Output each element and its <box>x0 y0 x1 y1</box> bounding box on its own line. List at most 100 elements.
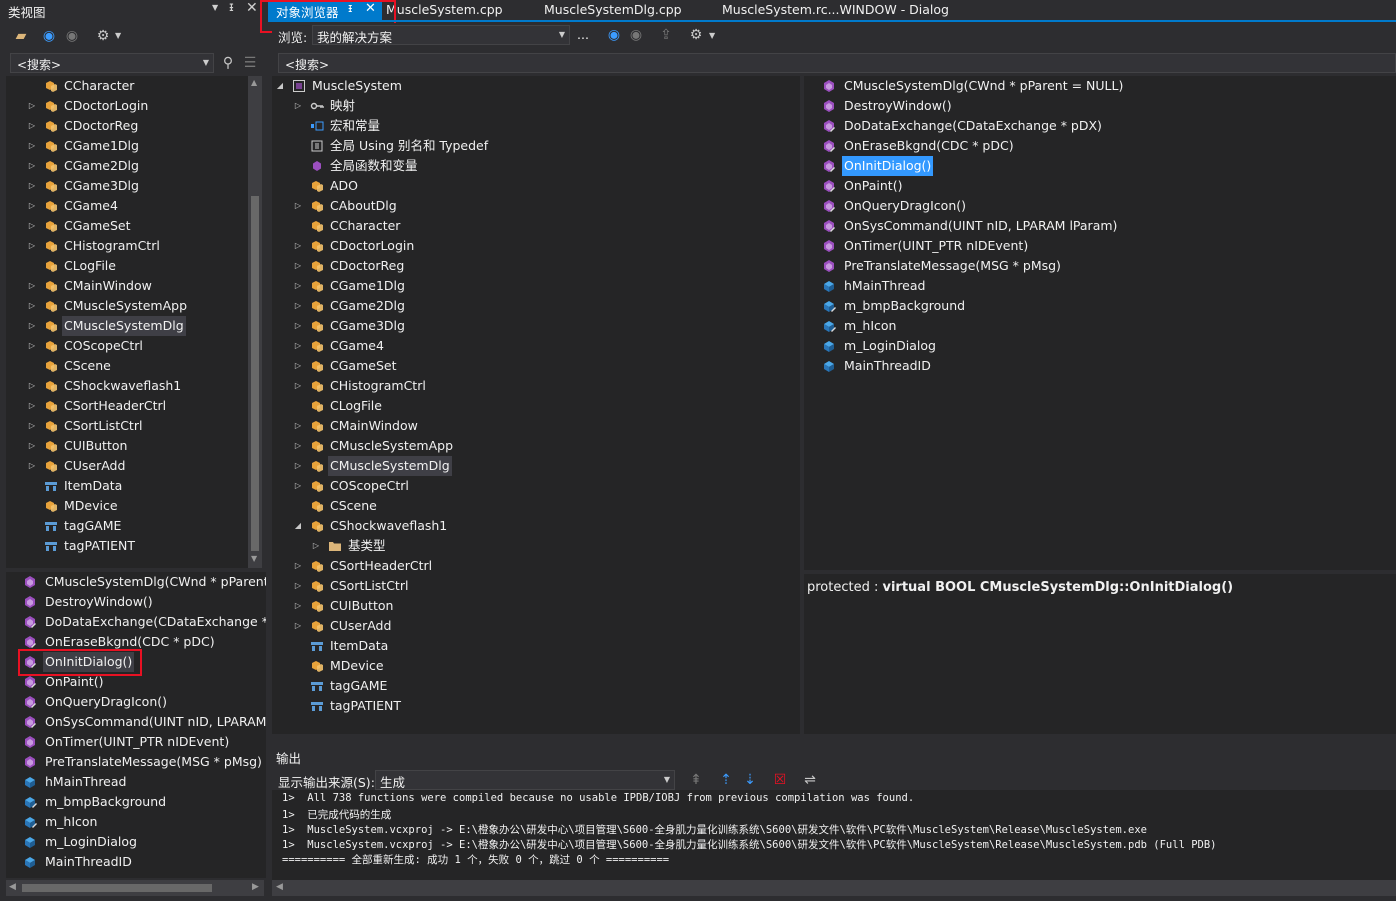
class-list-item[interactable]: ▷ CSortHeaderCtrl <box>6 396 248 416</box>
object-tree-item[interactable]: 全局函数和变量 <box>272 156 800 176</box>
object-tree-item[interactable]: ▷ CDoctorReg <box>272 256 800 276</box>
member-list-item[interactable]: CMuscleSystemDlg(CWnd * pParent = NULL) <box>6 572 266 592</box>
expand-arrow-icon[interactable]: ▷ <box>293 276 303 296</box>
member-list-item[interactable]: OnQueryDragIcon() <box>6 692 266 712</box>
object-member-item[interactable]: CMuscleSystemDlg(CWnd * pParent = NULL) <box>804 76 1396 96</box>
object-tree-item[interactable]: ▷ CUserAdd <box>272 616 800 636</box>
output-scroll-left-icon[interactable]: ◀ <box>276 882 283 892</box>
class-list-item[interactable]: CCharacter <box>6 76 248 96</box>
member-list-item[interactable]: m_hIcon <box>6 812 266 832</box>
output-text-area[interactable]: 1> All 738 functions were compiled becau… <box>272 790 1396 880</box>
browser-settings-icon[interactable]: ⚙ <box>688 27 704 43</box>
object-member-item[interactable]: OnEraseBkgnd(CDC * pDC) <box>804 136 1396 156</box>
class-list-scrollbar[interactable]: ▲ ▼ <box>248 76 262 568</box>
object-tree-item[interactable]: ◢ CShockwaveflash1 <box>272 516 800 536</box>
expand-arrow-icon[interactable]: ▷ <box>27 316 37 336</box>
scroll-right-icon[interactable]: ▶ <box>252 882 259 892</box>
expand-arrow-icon[interactable]: ▷ <box>27 336 37 356</box>
class-list-item[interactable]: tagPATIENT <box>6 536 248 556</box>
search-options-icon[interactable]: ☰ <box>242 55 258 71</box>
member-list-hscrollbar[interactable]: ◀ ▶ <box>6 880 264 896</box>
expand-arrow-icon[interactable]: ▷ <box>27 436 37 456</box>
class-list-item[interactable]: ▷ CHistogramCtrl <box>6 236 248 256</box>
expand-arrow-icon[interactable]: ▷ <box>27 136 37 156</box>
expand-arrow-icon[interactable]: ▷ <box>27 416 37 436</box>
class-list-item[interactable]: ▷ CGameSet <box>6 216 248 236</box>
object-tree-item[interactable]: 全局 Using 别名和 Typedef <box>272 136 800 156</box>
back-icon[interactable]: ◉ <box>41 28 57 44</box>
browser-settings-dropdown-icon[interactable]: ▼ <box>709 31 715 40</box>
object-tree-item[interactable]: ▷ CMuscleSystemApp <box>272 436 800 456</box>
object-tree-item[interactable]: ▷ CDoctorLogin <box>272 236 800 256</box>
class-list-item[interactable]: ▷ CMuscleSystemApp <box>6 296 248 316</box>
clear-all-icon[interactable]: ☒ <box>772 772 788 788</box>
scroll-thumb[interactable] <box>251 196 259 551</box>
next-message-icon[interactable]: ⇣ <box>742 772 758 788</box>
close-icon[interactable]: ✕ <box>246 0 258 16</box>
output-source-dropdown-icon[interactable]: ▼ <box>664 775 670 784</box>
prev-message-icon[interactable]: ⇡ <box>718 772 734 788</box>
expand-arrow-icon[interactable]: ▷ <box>293 616 303 636</box>
object-member-item[interactable]: DestroyWindow() <box>804 96 1396 116</box>
tab-musclesystemdlg-cpp[interactable]: MuscleSystemDlg.cpp <box>544 2 682 17</box>
member-list-item[interactable]: m_LoginDialog <box>6 832 266 852</box>
expand-arrow-icon[interactable]: ▷ <box>27 376 37 396</box>
object-tree-item[interactable]: ▷ CGameSet <box>272 356 800 376</box>
expand-arrow-icon[interactable]: ▷ <box>293 236 303 256</box>
expand-arrow-icon[interactable]: ▷ <box>293 376 303 396</box>
class-list-item[interactable]: MDevice <box>6 496 248 516</box>
browser-search-box[interactable]: <搜索> <box>278 53 1396 73</box>
expand-arrow-icon[interactable]: ▷ <box>293 196 303 216</box>
class-list-item[interactable]: ▷ CDoctorReg <box>6 116 248 136</box>
browser-forward-icon[interactable]: ◉ <box>628 27 644 43</box>
object-tree-item[interactable]: CCharacter <box>272 216 800 236</box>
expand-arrow-icon[interactable]: ▷ <box>27 236 37 256</box>
object-tree-item[interactable]: ▷ CSortListCtrl <box>272 576 800 596</box>
word-wrap-icon[interactable]: ⇌ <box>802 772 818 788</box>
object-member-item[interactable]: OnPaint() <box>804 176 1396 196</box>
class-search-input[interactable]: <搜索> <box>17 56 61 73</box>
tab-resource-dialog[interactable]: MuscleSystem.rc...WINDOW - Dialog <box>722 2 949 17</box>
scroll-up-icon[interactable]: ▲ <box>251 78 257 87</box>
class-list-item[interactable]: ▷ CDoctorLogin <box>6 96 248 116</box>
member-list-item[interactable]: MainThreadID <box>6 852 266 872</box>
object-member-item[interactable]: OnInitDialog() <box>804 156 1396 176</box>
class-list-item[interactable]: CScene <box>6 356 248 376</box>
object-tree-item[interactable]: ▷ CUIButton <box>272 596 800 616</box>
class-list-item[interactable]: ▷ CMainWindow <box>6 276 248 296</box>
expand-arrow-icon[interactable]: ▷ <box>293 556 303 576</box>
scroll-down-icon[interactable]: ▼ <box>251 554 257 563</box>
object-tree-item[interactable]: ▷ CAboutDlg <box>272 196 800 216</box>
tab-musclesystem-cpp[interactable]: MuscleSystem.cpp <box>386 2 503 17</box>
object-tree-item[interactable]: ▷ CGame1Dlg <box>272 276 800 296</box>
object-tree-item[interactable]: ▷ 映射 <box>272 96 800 116</box>
expand-arrow-icon[interactable]: ▷ <box>293 316 303 336</box>
browser-back-icon[interactable]: ◉ <box>606 27 622 43</box>
object-tree-item[interactable]: CLogFile <box>272 396 800 416</box>
browse-more-button[interactable]: ... <box>577 27 589 42</box>
class-list-item[interactable]: ▷ CMuscleSystemDlg <box>6 316 248 336</box>
search-dropdown-icon[interactable]: ▼ <box>203 58 209 67</box>
object-tree-item[interactable]: ◢ MuscleSystem <box>272 76 800 96</box>
new-folder-icon[interactable]: ▰ <box>13 28 29 44</box>
pin-icon[interactable]: ᵻ <box>229 0 234 15</box>
output-hscrollbar[interactable]: ◀ <box>272 880 1396 896</box>
add-reference-icon[interactable]: ⇪ <box>658 27 674 43</box>
class-list-item[interactable]: ▷ CGame1Dlg <box>6 136 248 156</box>
browser-search-input[interactable]: <搜索> <box>285 56 329 73</box>
object-member-item[interactable]: m_hIcon <box>804 316 1396 336</box>
object-tree-item[interactable]: ▷ CGame3Dlg <box>272 316 800 336</box>
expand-arrow-icon[interactable]: ▷ <box>293 576 303 596</box>
class-list-item[interactable]: ▷ CUIButton <box>6 436 248 456</box>
member-list-item[interactable]: OnSysCommand(UINT nID, LPARAM lParam) <box>6 712 266 732</box>
member-list-item[interactable]: DestroyWindow() <box>6 592 266 612</box>
output-source-select[interactable]: 生成 ▼ <box>375 770 675 790</box>
member-list-item[interactable]: m_bmpBackground <box>6 792 266 812</box>
object-tree-item[interactable]: ▷ 基类型 <box>272 536 800 556</box>
panel-menu-icon[interactable]: ▼ <box>212 3 218 12</box>
object-tree-item[interactable]: ▷ CMainWindow <box>272 416 800 436</box>
member-list-item[interactable]: PreTranslateMessage(MSG * pMsg) <box>6 752 266 772</box>
browse-scope-select[interactable]: 我的解决方案 ▼ <box>312 25 570 45</box>
object-tree-item[interactable]: ▷ CHistogramCtrl <box>272 376 800 396</box>
expand-arrow-icon[interactable]: ▷ <box>293 336 303 356</box>
